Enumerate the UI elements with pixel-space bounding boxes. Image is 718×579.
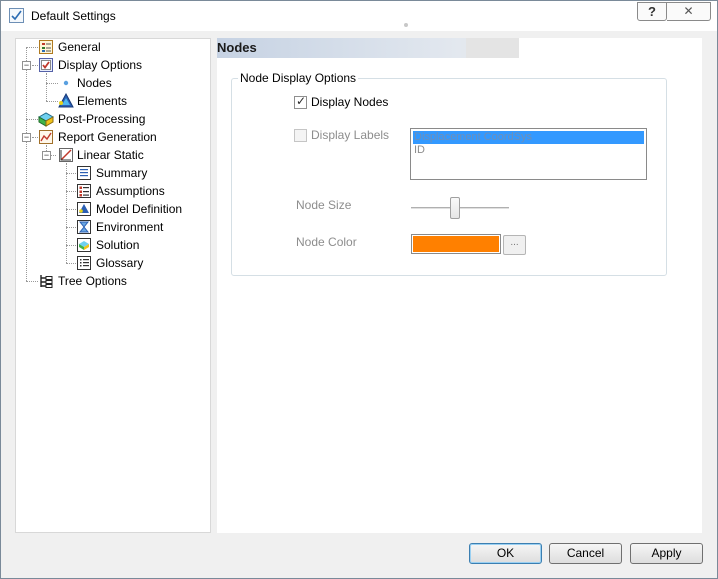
- environment-icon: [77, 220, 91, 234]
- tree-guide: [66, 191, 76, 192]
- general-settings-icon: [39, 40, 53, 54]
- tree-guide: [66, 263, 76, 264]
- settings-tree[interactable]: − − − General Display Options Nodes Elem…: [15, 38, 211, 533]
- tree-item-tree-options[interactable]: Tree Options: [58, 274, 127, 288]
- title-grip-dot: [404, 23, 408, 27]
- tree-guide: [66, 245, 76, 246]
- display-nodes-checkbox[interactable]: [294, 94, 307, 109]
- window-title: Default Settings: [31, 9, 116, 23]
- glossary-icon: [77, 256, 91, 270]
- default-settings-dialog: Default Settings ? ✕ − − − General Displ…: [0, 0, 718, 579]
- node-color-label: Node Color: [296, 235, 357, 249]
- tree-guide: [26, 281, 38, 282]
- summary-icon: [77, 166, 91, 180]
- solution-icon: [77, 238, 91, 252]
- node-size-slider-track[interactable]: [411, 207, 509, 210]
- tree-guide: [26, 47, 38, 48]
- node-display-options-group: Node Display Options Display Nodes Displ…: [231, 71, 667, 276]
- group-title: Node Display Options: [238, 71, 359, 85]
- tree-item-general[interactable]: General: [58, 40, 101, 54]
- tree-item-report-generation[interactable]: Report Generation: [58, 130, 157, 144]
- display-labels-label[interactable]: Display Labels: [311, 128, 389, 142]
- panel-header-bar-end: [466, 38, 519, 58]
- tree-guide: [26, 47, 27, 281]
- help-button[interactable]: ?: [637, 2, 667, 21]
- title-bar[interactable]: Default Settings ? ✕: [1, 1, 717, 31]
- tree-guide: [46, 101, 58, 102]
- collapse-report-generation-toggle[interactable]: −: [22, 133, 31, 142]
- settings-check-icon: [9, 8, 24, 23]
- tree-item-linear-static[interactable]: Linear Static: [77, 148, 144, 162]
- tree-item-assumptions[interactable]: Assumptions: [96, 184, 165, 198]
- tree-item-display-options[interactable]: Display Options: [58, 58, 142, 72]
- node-size-label: Node Size: [296, 198, 352, 212]
- label-options-list[interactable]: Displacement CoordSys ID: [410, 128, 647, 180]
- tree-item-elements[interactable]: Elements: [77, 94, 127, 108]
- tree-options-icon: [40, 275, 53, 288]
- tree-item-model-definition[interactable]: Model Definition: [96, 202, 182, 216]
- report-generation-icon: [39, 130, 53, 144]
- tree-item-solution[interactable]: Solution: [96, 238, 139, 252]
- node-color-fill: [413, 236, 499, 252]
- ok-button[interactable]: OK: [469, 543, 542, 564]
- tree-item-glossary[interactable]: Glossary: [96, 256, 143, 270]
- tree-guide: [66, 227, 76, 228]
- elements-icon: [58, 93, 74, 108]
- tree-item-summary[interactable]: Summary: [96, 166, 147, 180]
- collapse-linear-static-toggle[interactable]: −: [42, 151, 51, 160]
- tree-guide: [26, 119, 38, 120]
- tree-item-environment[interactable]: Environment: [96, 220, 163, 234]
- node-size-slider-thumb[interactable]: [450, 197, 460, 219]
- tree-item-post-processing[interactable]: Post-Processing: [58, 112, 145, 126]
- close-button[interactable]: ✕: [667, 2, 711, 21]
- apply-button[interactable]: Apply: [630, 543, 703, 564]
- node-color-picker-button[interactable]: ...: [503, 235, 526, 255]
- cancel-button[interactable]: Cancel: [549, 543, 622, 564]
- tree-guide: [46, 83, 58, 84]
- display-labels-checkbox[interactable]: [294, 129, 307, 142]
- assumptions-icon: [77, 184, 91, 198]
- model-definition-icon: [77, 202, 91, 216]
- display-nodes-label[interactable]: Display Nodes: [311, 95, 388, 109]
- node-color-swatch[interactable]: [411, 234, 501, 254]
- linear-static-icon: [59, 148, 73, 162]
- tree-item-nodes[interactable]: Nodes: [77, 76, 112, 90]
- tree-guide: [66, 163, 67, 263]
- tree-guide: [66, 209, 76, 210]
- collapse-display-options-toggle[interactable]: −: [22, 61, 31, 70]
- panel-title: Nodes: [217, 40, 257, 55]
- list-item[interactable]: ID: [413, 144, 644, 157]
- list-item[interactable]: Displacement CoordSys: [413, 131, 644, 144]
- display-options-icon: [39, 58, 53, 72]
- tree-guide: [66, 173, 76, 174]
- tree-guide: [46, 73, 47, 101]
- settings-content-panel: Nodes Node Display Options Display Nodes…: [217, 38, 702, 533]
- post-processing-icon: [38, 112, 54, 127]
- node-dot-icon: [63, 80, 69, 86]
